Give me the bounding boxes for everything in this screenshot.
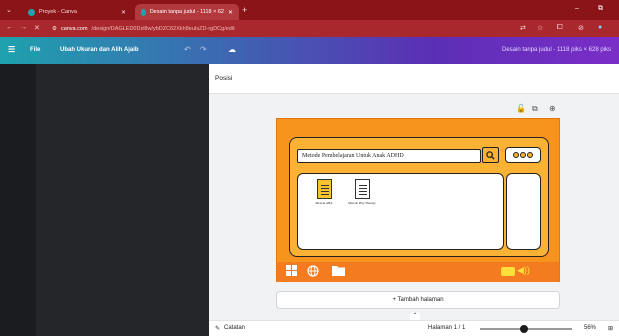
speaker-icon: ◀)) [517, 265, 530, 275]
search-text: Metode Pembelajaran Untuk Anak ADHD [302, 153, 404, 159]
browser-tab-bar: ⌄ Proyek - Canva ✕ Desain tanpa judul - … [0, 0, 619, 20]
add-page-icon[interactable]: ⊕ [549, 104, 556, 113]
globe-icon [307, 265, 319, 280]
back-icon[interactable]: ← [6, 24, 13, 31]
address-bar: ← → ✕ ⚙ canva.com/design/DAGLED0Dzl8w/yb… [0, 20, 619, 37]
redo-icon[interactable]: ↷ [200, 45, 207, 54]
tab-design[interactable]: Desain tanpa judul - 1118 × 62 ✕ [135, 4, 239, 20]
url-domain: canva.com [60, 25, 88, 32]
add-page-button[interactable]: + Tambah halaman [276, 291, 560, 309]
editor-menu-bar: ☰ File Ubah Ukuran dan Alih Ajaib ↶ ↷ ☁ … [0, 37, 619, 64]
url-path: /design/DAGLED0Dzl8w/ybDZC62Xkh8euIsZD-r… [91, 25, 235, 32]
canva-favicon-icon [141, 8, 146, 16]
restore-button[interactable]: ⧉ [598, 5, 603, 13]
url-field[interactable]: ⚙ canva.com/design/DAGLED0Dzl8w/ybDZC62X… [52, 22, 592, 35]
minimize-button[interactable]: – [575, 5, 579, 12]
illustrated-side-panel [506, 173, 541, 250]
illustrated-search-bar[interactable]: Metode Pembelajaran Untuk Anak ADHD [297, 149, 481, 163]
file-item[interactable]: Metode ABA [306, 179, 342, 205]
design-page[interactable]: Metode Pembelajaran Untuk Anak ADHD Meto… [276, 118, 560, 282]
chevron-up-icon[interactable]: ⌃ [410, 312, 420, 320]
battery-icon [501, 267, 515, 276]
search-icon[interactable] [482, 147, 499, 163]
new-tab-button[interactable]: + [242, 5, 247, 15]
tab-title: Proyek - Canva [39, 9, 77, 15]
file-label: Metode ABA [315, 201, 333, 205]
folder-icon [332, 265, 345, 279]
illustrated-content-area: Metode ABA Metode Play Therapy [297, 173, 504, 250]
bookmark-icon[interactable]: ☆ [537, 24, 543, 32]
sync-icon[interactable]: ⊘ [578, 24, 584, 32]
notes-icon[interactable]: ✎ [215, 325, 220, 332]
forward-icon[interactable]: → [20, 24, 27, 31]
canva-favicon-icon [28, 8, 35, 16]
status-bar: ✎ Catatan Halaman 1 / 1 56% ⊞ [209, 320, 619, 336]
position-toolbar: Posisi [209, 64, 619, 94]
profile-icon[interactable]: ● [598, 24, 602, 31]
duplicate-page-icon[interactable]: ⧉ [532, 104, 538, 114]
close-tab-icon[interactable]: ✕ [121, 9, 126, 16]
page-indicator[interactable]: Halaman 1 / 1 [428, 325, 465, 331]
tab-projects[interactable]: Proyek - Canva ✕ [22, 4, 132, 20]
file-label: Metode Play Therapy [348, 201, 376, 205]
resize-button[interactable]: Ubah Ukuran dan Alih Ajaib [60, 47, 139, 53]
zoom-level[interactable]: 56% [584, 325, 596, 331]
document-info: Desain tanpa judul - 1118 piks × 628 pik… [501, 47, 611, 53]
side-rail [0, 64, 36, 336]
translate-icon[interactable]: ⇄ [520, 24, 526, 32]
grid-view-icon[interactable]: ⊞ [608, 325, 613, 332]
tab-menu-icon[interactable]: ⌄ [6, 6, 12, 14]
document-icon [316, 179, 332, 199]
stop-icon[interactable]: ✕ [34, 24, 40, 32]
undo-icon[interactable]: ↶ [184, 45, 191, 54]
left-side-panel [0, 64, 209, 336]
illustrated-taskbar: ◀)) [277, 262, 559, 282]
extensions-icon[interactable]: ⧠ [557, 24, 563, 32]
zoom-slider-handle[interactable] [520, 325, 528, 333]
notes-button[interactable]: Catatan [224, 325, 245, 331]
windows-icon [286, 265, 297, 279]
position-label[interactable]: Posisi [215, 75, 232, 82]
file-item[interactable]: Metode Play Therapy [344, 179, 380, 205]
cloud-save-icon[interactable]: ☁ [228, 45, 236, 54]
site-settings-icon[interactable]: ⚙ [52, 26, 57, 32]
menu-icon[interactable]: ☰ [8, 45, 15, 54]
close-tab-icon[interactable]: ✕ [228, 9, 233, 16]
lock-icon[interactable]: 🔓 [516, 104, 526, 113]
more-options-icon[interactable] [505, 147, 541, 163]
tab-title: Desain tanpa judul - 1118 × 62 [149, 9, 224, 15]
file-menu[interactable]: File [30, 47, 40, 53]
document-icon [354, 179, 370, 199]
illustrated-window[interactable]: Metode Pembelajaran Untuk Anak ADHD Meto… [289, 137, 549, 257]
